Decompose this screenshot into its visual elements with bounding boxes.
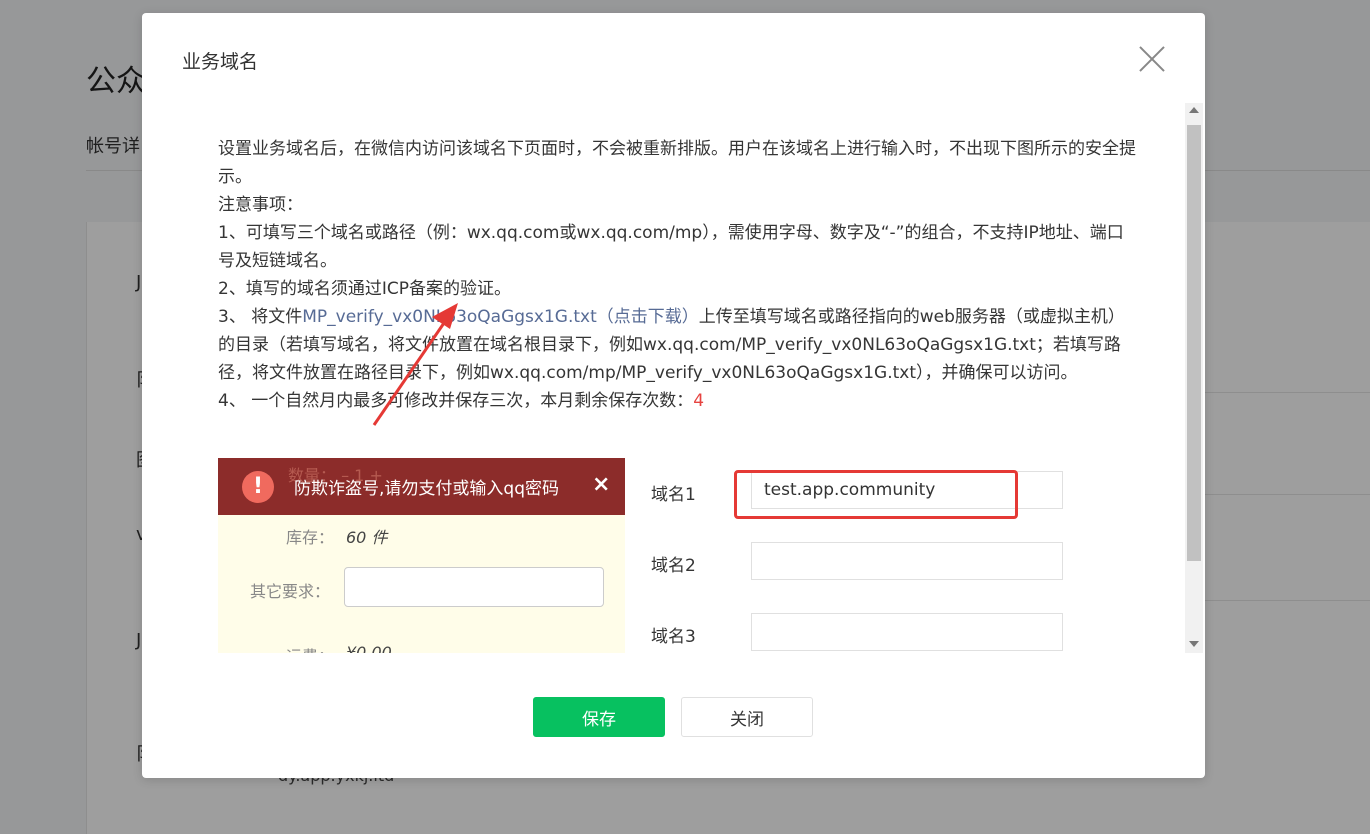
dialog-footer: 保存 关闭: [142, 697, 1205, 739]
dialog-scrollbar[interactable]: [1185, 103, 1203, 653]
save-button[interactable]: 保存: [533, 697, 665, 737]
scroll-up-icon[interactable]: [1189, 107, 1199, 113]
note-3: 3、 将文件MP_verify_vx0NL63oQaGgsx1G.txt（点击下…: [218, 303, 1138, 387]
domain-3-label: 域名3: [651, 627, 696, 647]
stock-label: 库存：: [286, 528, 335, 547]
warning-bar: 数量： – 1 + ! 防欺诈盗号,请勿支付或输入qq密码 ×: [218, 458, 625, 515]
dialog-title: 业务域名: [182, 51, 259, 73]
notes-title: 注意事项：: [218, 195, 303, 215]
fee-label: 运费：: [286, 643, 334, 653]
domain-2-label: 域名2: [651, 556, 696, 576]
note-1: 1、可填写三个域名或路径（例：wx.qq.com或wx.qq.com/mp），需…: [218, 223, 1124, 271]
description: 设置业务域名后，在微信内访问该域名下页面时，不会被重新排版。用户在该域名上进行输…: [218, 135, 1138, 415]
description-intro: 设置业务域名后，在微信内访问该域名下页面时，不会被重新排版。用户在该域名上进行输…: [218, 139, 1136, 187]
stock-value: 60 件: [346, 528, 388, 547]
scrollbar-thumb[interactable]: [1187, 125, 1201, 561]
note-3-prefix: 3、 将文件: [218, 307, 303, 327]
remaining-save-count: 4: [693, 391, 705, 411]
domain-1-label: 域名1: [651, 485, 696, 505]
warning-text: 防欺诈盗号,请勿支付或输入qq密码: [294, 479, 559, 499]
close-icon[interactable]: [1138, 45, 1166, 73]
other-requirements-input: [344, 567, 604, 607]
verify-file-download-link[interactable]: MP_verify_vx0NL63oQaGgsx1G.txt（点击下载）: [302, 307, 699, 327]
fee-value: ¥0.00: [346, 643, 392, 653]
business-domain-dialog: 业务域名 设置业务域名后，在微信内访问该域名下页面时，不会被重新排版。用户在该域…: [142, 13, 1205, 778]
scroll-down-icon[interactable]: [1189, 641, 1199, 647]
warning-close-icon: ×: [592, 472, 611, 497]
security-warning-preview: 数量： – 1 + ! 防欺诈盗号,请勿支付或输入qq密码 × 库存： 60 件…: [218, 458, 625, 653]
domain-2-input[interactable]: [751, 542, 1063, 580]
other-requirements-label: 其它要求：: [250, 582, 331, 601]
annotation-arrow: [372, 303, 458, 426]
note-4: 4、 一个自然月内最多可修改并保存三次，本月剩余保存次数：4: [218, 387, 1138, 415]
domain-3-input[interactable]: [751, 613, 1063, 651]
dialog-content: 设置业务域名后，在微信内访问该域名下页面时，不会被重新排版。用户在该域名上进行输…: [218, 135, 1138, 653]
exclamation-icon: !: [242, 471, 274, 503]
close-button[interactable]: 关闭: [681, 697, 813, 737]
domain-1-input[interactable]: [751, 471, 1063, 509]
note-2: 2、填写的域名须通过ICP备案的验证。: [218, 279, 511, 299]
